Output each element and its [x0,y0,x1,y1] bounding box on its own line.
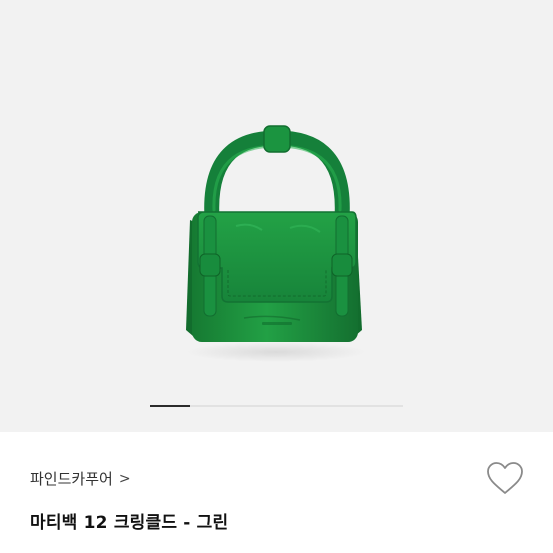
brand-link[interactable]: 파인드카푸어 > [30,468,131,489]
carousel-progress-indicator [150,405,191,407]
product-info: 파인드카푸어 > 마티백 12 크링클드 - 그린 [0,432,553,553]
heart-outline-icon [487,462,523,494]
product-image [186,125,366,362]
product-image-carousel[interactable] [0,0,553,432]
chevron-right-icon: > [118,470,131,487]
carousel-progress-track [150,405,403,407]
wishlist-button[interactable] [485,460,525,496]
brand-name: 파인드카푸어 [30,470,113,488]
product-detail-page: 파인드카푸어 > 마티백 12 크링클드 - 그린 [0,0,553,553]
product-title: 마티백 12 크링클드 - 그린 [30,513,229,533]
